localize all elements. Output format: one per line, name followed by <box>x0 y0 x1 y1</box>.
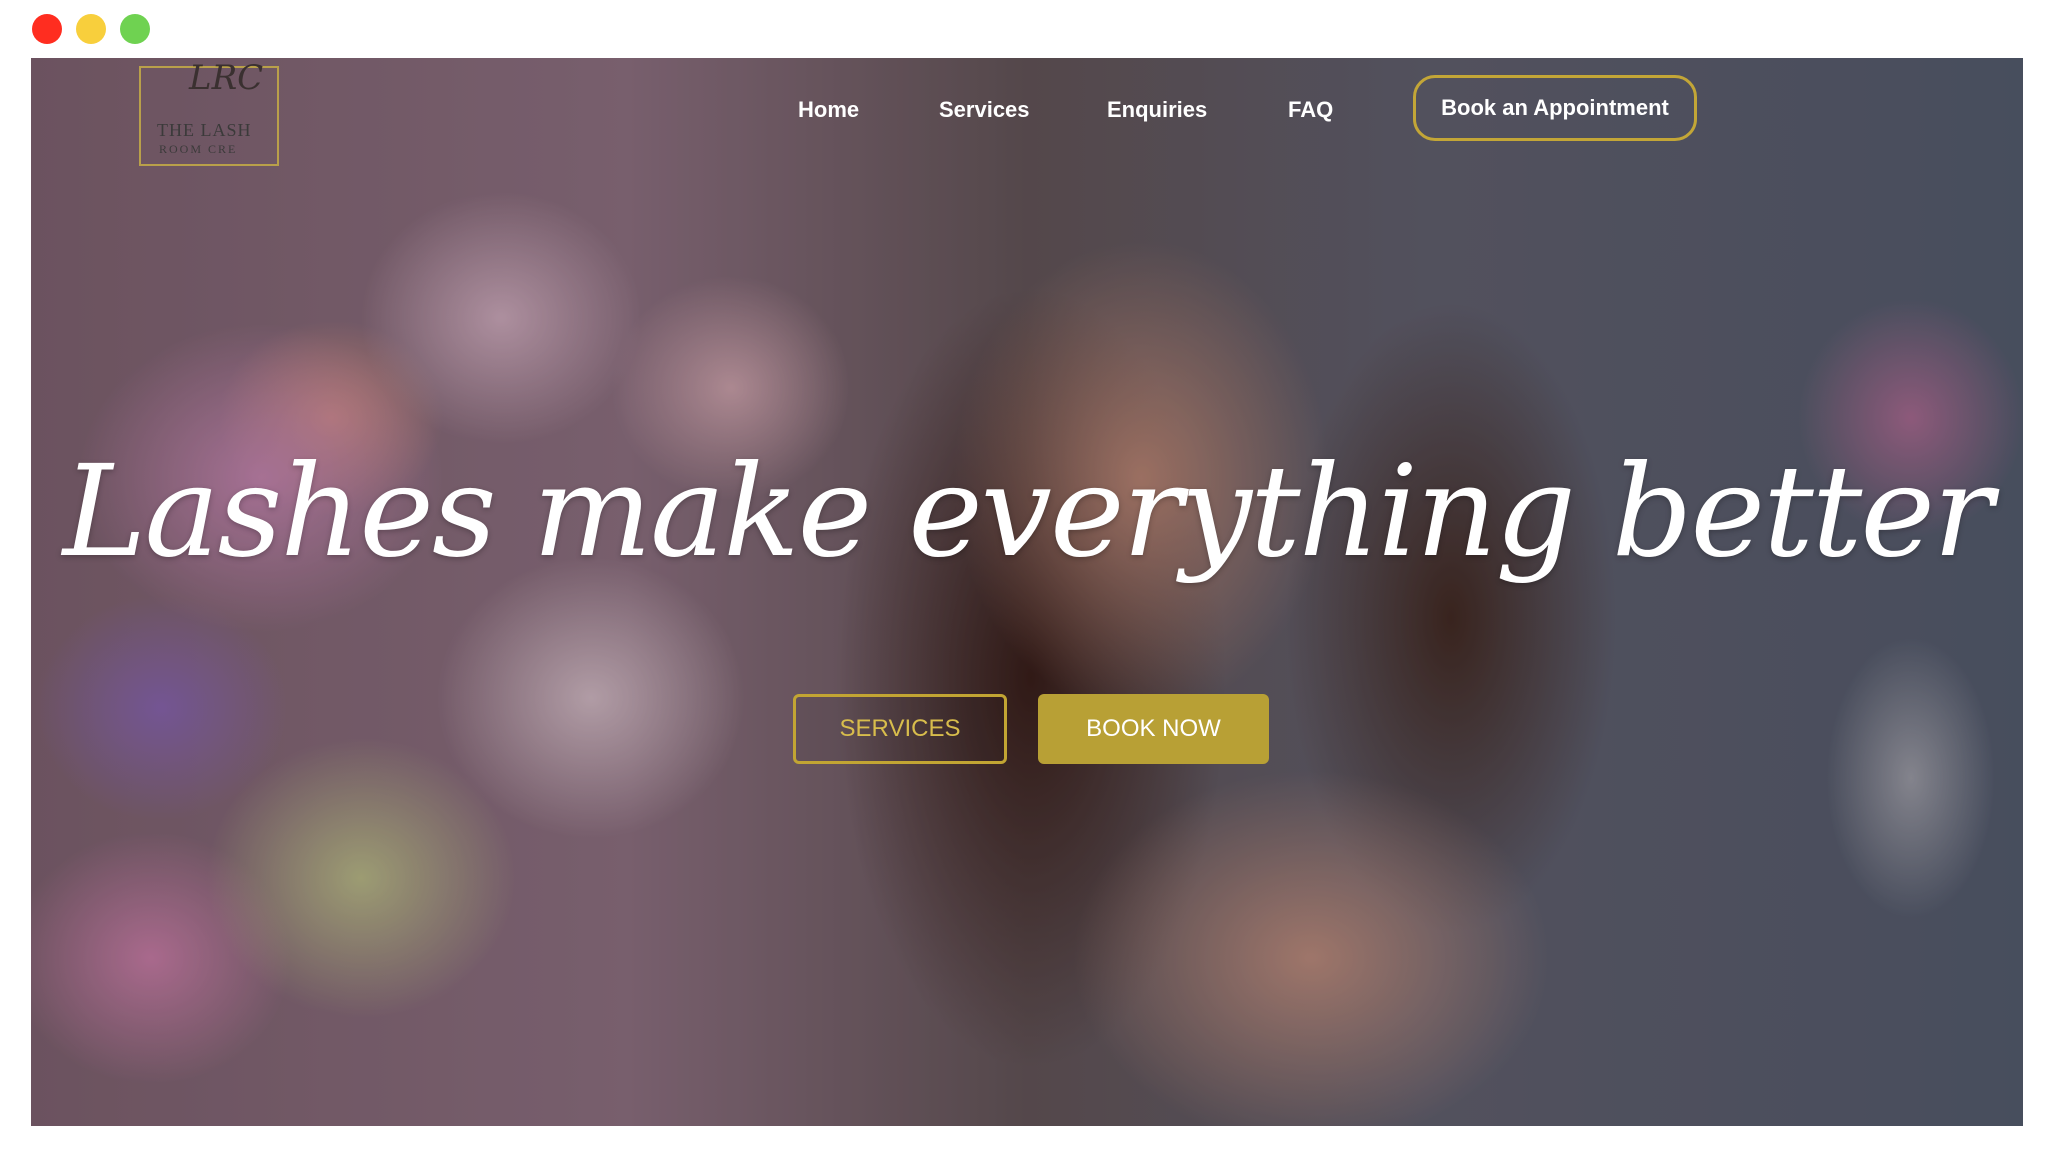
window-controls <box>32 14 150 44</box>
hero-headline: Lashes make everything better <box>62 438 1993 585</box>
brand-logo[interactable]: LRC THE LASH ROOM CRE <box>139 58 279 166</box>
close-window-button[interactable] <box>32 14 62 44</box>
top-navigation: LRC THE LASH ROOM CRE Home Services Enqu… <box>31 58 2023 168</box>
book-appointment-button[interactable]: Book an Appointment <box>1413 75 1697 141</box>
nav-link-enquiries[interactable]: Enquiries <box>1107 97 1207 123</box>
logo-monogram: LRC <box>189 58 264 98</box>
logo-text-line2: ROOM CRE <box>159 142 238 156</box>
book-now-button[interactable]: BOOK NOW <box>1038 694 1269 764</box>
maximize-window-button[interactable] <box>120 14 150 44</box>
logo-text-line1: THE LASH <box>157 120 252 140</box>
hero-image-overlay <box>31 58 2023 1126</box>
nav-link-home[interactable]: Home <box>798 97 859 123</box>
browser-window: LRC THE LASH ROOM CRE Home Services Enqu… <box>0 0 2048 1165</box>
minimize-window-button[interactable] <box>76 14 106 44</box>
nav-link-faq[interactable]: FAQ <box>1288 97 1333 123</box>
services-button[interactable]: SERVICES <box>793 694 1007 764</box>
hero-section: LRC THE LASH ROOM CRE Home Services Enqu… <box>31 58 2023 1126</box>
nav-link-services[interactable]: Services <box>939 97 1030 123</box>
